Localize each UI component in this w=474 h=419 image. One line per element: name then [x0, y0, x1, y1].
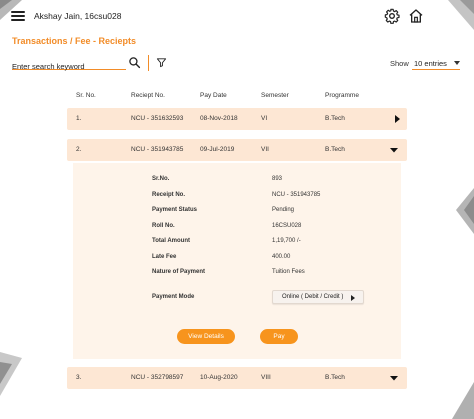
detail-label-total-amount: Total Amount — [152, 238, 190, 244]
detail-label-nature-of-payment: Nature of Payment — [152, 269, 206, 275]
cell-sr-no: 3. — [76, 374, 82, 381]
payment-mode-dropdown[interactable]: Online ( Debit / Credit ) — [272, 290, 364, 304]
pay-button[interactable]: Pay — [260, 329, 298, 344]
column-header-programme: Programme — [325, 92, 359, 99]
detail-label-late-fee: Late Fee — [152, 254, 177, 260]
detail-value-receipt-no: NCU - 351943785 — [272, 192, 321, 198]
detail-label-payment-mode: Payment Mode — [152, 294, 195, 300]
entries-select-value: 10 entries — [414, 59, 447, 68]
view-details-button[interactable]: View Details — [177, 329, 235, 344]
search-field — [12, 56, 126, 73]
entries-select[interactable]: 10 entries — [412, 56, 460, 70]
detail-label-sr-no: Sr.No. — [152, 176, 170, 182]
cell-pay-date: 09-Jul-2019 — [200, 146, 235, 153]
chevron-down-icon[interactable] — [389, 145, 399, 155]
cell-programme: B.Tech — [325, 115, 345, 122]
menu-icon[interactable] — [11, 11, 25, 21]
cell-semester: VII — [261, 146, 269, 153]
table-row[interactable]: 3. NCU - 352798597 10-Aug-2020 VIII B.Te… — [67, 367, 407, 389]
detail-value-roll-no: 16CSU028 — [272, 223, 302, 229]
cell-programme: B.Tech — [325, 146, 345, 153]
column-header-receipt-no: Reciept No. — [131, 92, 165, 99]
cell-receipt-no: NCU - 351632593 — [131, 115, 184, 122]
column-header-sr-no: Sr. No. — [76, 92, 96, 99]
top-bar: Akshay Jain, 16csu028 — [0, 0, 474, 32]
caret-right-icon — [351, 295, 355, 301]
shard-decoration-bottom-right — [452, 382, 474, 419]
search-icon[interactable] — [128, 56, 141, 69]
gear-icon[interactable] — [384, 8, 400, 24]
detail-value-late-fee: 400.00 — [272, 254, 291, 260]
cell-programme: B.Tech — [325, 374, 345, 381]
payment-mode-value: Online ( Debit / Credit ) — [282, 294, 344, 300]
chevron-down-icon — [454, 61, 460, 65]
detail-label-roll-no: Roll No. — [152, 223, 175, 229]
column-header-semester: Semester — [261, 92, 289, 99]
chevron-right-icon[interactable] — [392, 114, 402, 124]
home-icon[interactable] — [408, 8, 424, 24]
shard-decoration-right — [456, 188, 474, 234]
cell-receipt-no: NCU - 351943785 — [131, 146, 184, 153]
detail-value-payment-status: Pending — [272, 207, 295, 213]
cell-pay-date: 10-Aug-2020 — [200, 374, 238, 381]
table-row[interactable]: 1. NCU - 351632593 08-Nov-2018 VI B.Tech — [67, 108, 407, 130]
toolbar-divider — [148, 55, 149, 71]
filter-icon[interactable] — [156, 57, 167, 68]
show-entries-label: Show — [390, 59, 409, 68]
shard-decoration-left — [0, 352, 22, 396]
cell-semester: VIII — [261, 374, 271, 381]
chevron-down-icon[interactable] — [389, 373, 399, 383]
cell-sr-no: 1. — [76, 115, 82, 122]
cell-receipt-no: NCU - 352798597 — [131, 374, 184, 381]
column-header-pay-date: Pay Date — [200, 92, 227, 99]
receipt-details-panel: Sr.No. 893 Receipt No. NCU - 351943785 P… — [73, 163, 401, 359]
user-name: Akshay Jain, 16csu028 — [34, 11, 122, 21]
detail-label-payment-status: Payment Status — [152, 207, 198, 213]
cell-semester: VI — [261, 115, 268, 122]
detail-label-receipt-no: Receipt No. — [152, 192, 186, 198]
cell-sr-no: 2. — [76, 146, 82, 153]
search-input[interactable] — [12, 60, 126, 73]
breadcrumb: Transactions / Fee - Reciepts — [12, 36, 137, 46]
table-row[interactable]: 2. NCU - 351943785 09-Jul-2019 VII B.Tec… — [67, 139, 407, 161]
detail-value-total-amount: 1,19,700 /- — [272, 238, 301, 244]
detail-value-nature-of-payment: Tuition Fees — [272, 269, 305, 275]
cell-pay-date: 08-Nov-2018 — [200, 115, 238, 122]
detail-value-sr-no: 893 — [272, 176, 283, 182]
